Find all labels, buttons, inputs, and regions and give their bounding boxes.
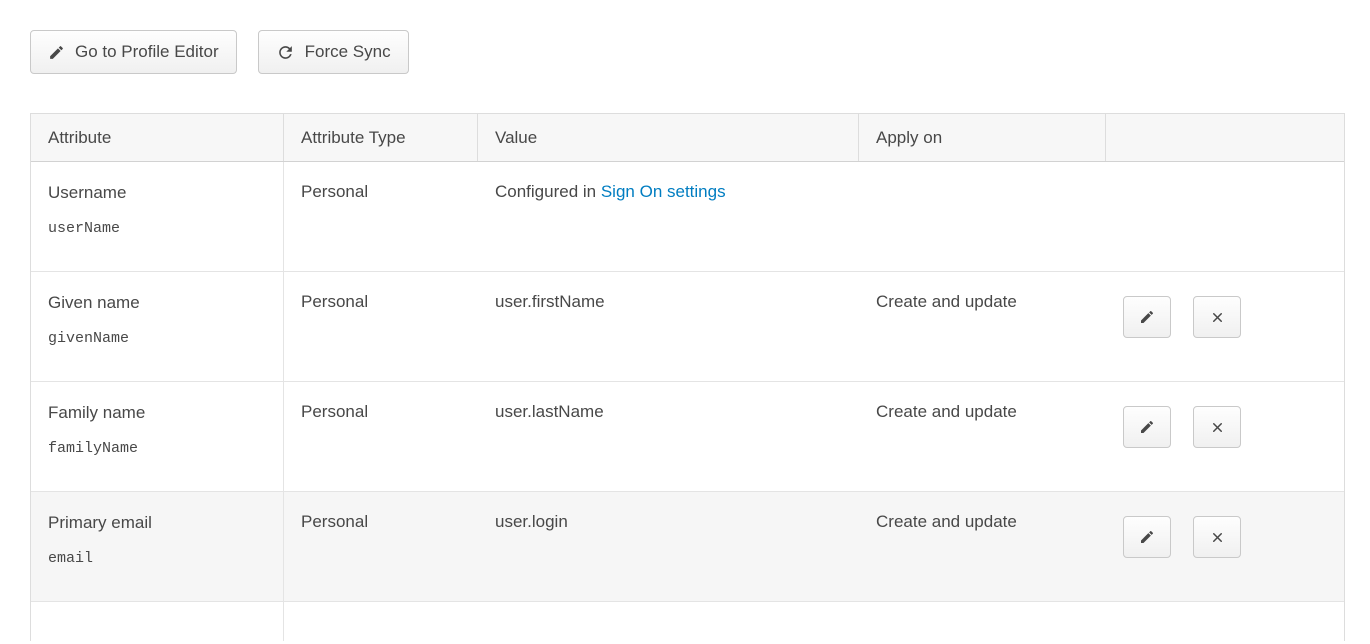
toolbar: Go to Profile Editor Force Sync (30, 30, 1345, 74)
edit-mapping-button[interactable] (1123, 406, 1171, 448)
attribute-variable: familyName (48, 440, 266, 457)
attribute-mappings-page: Go to Profile Editor Force Sync Attribut… (0, 0, 1370, 641)
table-body: Username userName Personal Configured in… (31, 162, 1344, 602)
pencil-icon (1139, 419, 1155, 435)
apply-on: Create and update (859, 492, 1106, 601)
header-value: Value (478, 114, 859, 161)
row-actions (1106, 272, 1344, 381)
table-row: Primary email email Personal user.login … (31, 492, 1344, 602)
table-row: Family name familyName Personal user.las… (31, 382, 1344, 492)
x-icon (1210, 420, 1225, 435)
delete-mapping-button[interactable] (1193, 516, 1241, 558)
table-row: Username userName Personal Configured in… (31, 162, 1344, 272)
attribute-value-cell: user.lastName (478, 382, 859, 491)
attribute-label: Primary email (48, 512, 266, 533)
header-apply-on: Apply on (859, 114, 1106, 161)
attribute-label: Family name (48, 402, 266, 423)
attribute-cell: Family name familyName (31, 382, 284, 491)
value-text: user.login (495, 512, 568, 531)
apply-on (859, 162, 1106, 271)
attribute-type: Personal (284, 272, 478, 381)
value-text: user.lastName (495, 402, 604, 421)
attribute-variable: userName (48, 220, 266, 237)
force-sync-button[interactable]: Force Sync (258, 30, 409, 74)
table-row-partial (31, 602, 1344, 641)
partial-attribute-cell (31, 602, 284, 641)
row-actions (1106, 492, 1344, 601)
attribute-type: Personal (284, 492, 478, 601)
sign-on-settings-link[interactable]: Sign On settings (601, 182, 726, 201)
pencil-icon (48, 44, 65, 61)
go-to-profile-editor-button[interactable]: Go to Profile Editor (30, 30, 237, 74)
apply-on: Create and update (859, 272, 1106, 381)
pencil-icon (1139, 309, 1155, 325)
row-actions (1106, 382, 1344, 491)
table-header: Attribute Attribute Type Value Apply on (31, 114, 1344, 162)
go-to-profile-editor-label: Go to Profile Editor (75, 42, 219, 62)
attribute-cell: Primary email email (31, 492, 284, 601)
delete-mapping-button[interactable] (1193, 296, 1241, 338)
pencil-icon (1139, 529, 1155, 545)
attribute-value-cell: Configured in Sign On settings (478, 162, 859, 271)
header-attribute-type: Attribute Type (284, 114, 478, 161)
edit-mapping-button[interactable] (1123, 516, 1171, 558)
header-actions (1106, 114, 1344, 161)
attribute-cell: Username userName (31, 162, 284, 271)
header-attribute: Attribute (31, 114, 284, 161)
edit-mapping-button[interactable] (1123, 296, 1171, 338)
attribute-label: Username (48, 182, 266, 203)
table-row: Given name givenName Personal user.first… (31, 272, 1344, 382)
apply-on: Create and update (859, 382, 1106, 491)
delete-mapping-button[interactable] (1193, 406, 1241, 448)
attribute-label: Given name (48, 292, 266, 313)
value-text: user.firstName (495, 292, 605, 311)
attribute-variable: givenName (48, 330, 266, 347)
attribute-variable: email (48, 550, 266, 567)
force-sync-label: Force Sync (305, 42, 391, 62)
attribute-value-cell: user.login (478, 492, 859, 601)
attribute-type: Personal (284, 162, 478, 271)
attribute-type: Personal (284, 382, 478, 491)
x-icon (1210, 310, 1225, 325)
attribute-value-cell: user.firstName (478, 272, 859, 381)
attribute-cell: Given name givenName (31, 272, 284, 381)
attribute-mappings-table: Attribute Attribute Type Value Apply on … (30, 113, 1345, 641)
refresh-icon (276, 43, 295, 62)
value-text: Configured in (495, 182, 601, 201)
x-icon (1210, 530, 1225, 545)
